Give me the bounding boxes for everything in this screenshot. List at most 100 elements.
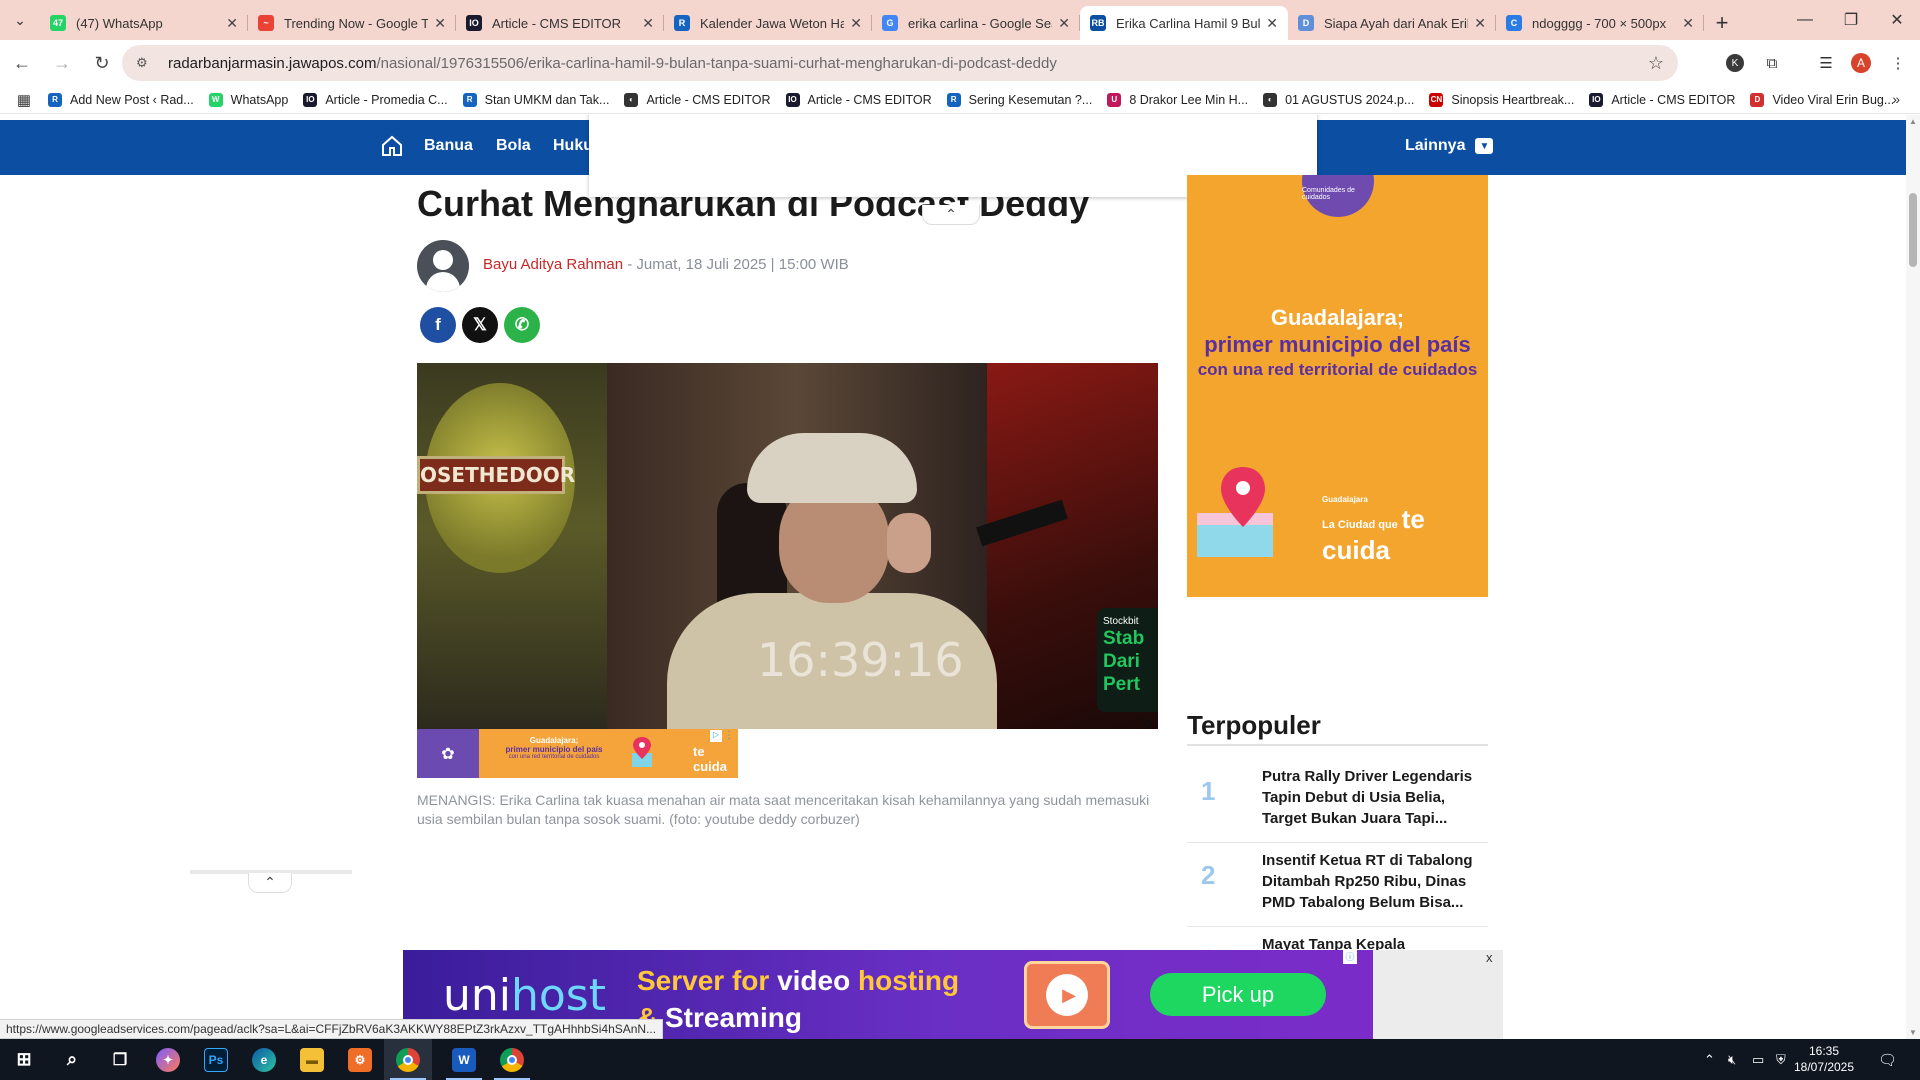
close-tab-icon[interactable]: ✕ [1266, 15, 1278, 32]
media-control-icon[interactable]: ☰ [1814, 51, 1838, 75]
bookmark-label: Add New Post ‹ Rad... [70, 92, 194, 107]
collapse-ad-chevron-icon[interactable]: ⌃ [922, 205, 980, 225]
copilot-icon[interactable]: ✦ [144, 1039, 192, 1080]
page-scrollbar[interactable]: ▲ ▼ [1906, 115, 1920, 1039]
close-inline-ad-button[interactable]: X [1143, 715, 1152, 731]
app-orange-icon[interactable]: ⚙ [336, 1039, 384, 1080]
system-clock[interactable]: 16:35 18/07/2025 [1786, 1043, 1862, 1075]
nav-more-label: Lainnya [1405, 137, 1466, 154]
close-tab-icon[interactable]: ✕ [434, 15, 446, 32]
bookmark-item[interactable]: R Add New Post ‹ Rad... [48, 92, 194, 107]
bookmark-label: Video Viral Erin Bug... [1772, 92, 1895, 107]
menu-kebab-icon[interactable]: ⋮ [1886, 51, 1910, 75]
play-button-icon[interactable]: ▶ [1024, 961, 1110, 1029]
nav-more-menu[interactable]: Lainnya ▼ [1405, 137, 1494, 155]
windows-start-icon[interactable]: ⊞ [0, 1039, 48, 1080]
security-shield-icon[interactable]: ⛨ [1776, 1039, 1786, 1080]
article-hero-image: OSETHEDOOR 16:39:16 Stockbit Stab Dari P… [417, 363, 1158, 729]
site-info-icon[interactable]: ⚙ [136, 55, 156, 71]
caret-down-icon: ▼ [1475, 138, 1494, 154]
apps-grid-icon[interactable]: ▦ [0, 91, 48, 109]
inline-banner-ad[interactable]: ✿ Guadalajara; primer municipio del país… [417, 729, 738, 778]
task-view-icon[interactable]: ❒ [96, 1039, 144, 1080]
popular-rank: 1 [1201, 776, 1216, 806]
nav-link-hukum[interactable]: Huku [553, 137, 593, 155]
close-tab-icon[interactable]: ✕ [226, 15, 238, 32]
bookmark-item[interactable]: CN Sinopsis Heartbreak... [1429, 92, 1574, 107]
file-explorer-icon[interactable]: ▬ [288, 1039, 336, 1080]
bookmark-item[interactable]: IO Article - CMS EDITOR [1589, 92, 1735, 107]
new-tab-button[interactable]: + [1704, 6, 1740, 40]
scrollbar-thumb[interactable] [1909, 193, 1917, 267]
bookmark-label: 8 Drakor Lee Min H... [1129, 92, 1249, 107]
bookmark-item[interactable]: R Sering Kesemutan ?... [946, 92, 1092, 107]
back-icon[interactable]: ← [4, 45, 40, 81]
tab-title: Trending Now - Google Tr [284, 15, 429, 31]
home-icon[interactable] [380, 134, 404, 158]
taskbar-search-icon[interactable]: ⌕ [48, 1039, 96, 1080]
chrome-profile-2-icon[interactable] [488, 1039, 536, 1080]
minimize-icon[interactable]: — [1782, 0, 1828, 40]
extensions-puzzle-icon[interactable]: ⧉ [1760, 51, 1784, 75]
adchoices-icon[interactable]: ▷ [710, 730, 722, 742]
forward-icon[interactable]: → [44, 45, 80, 81]
bookmark-item[interactable]: IO Article - CMS EDITOR [785, 92, 932, 107]
popular-title[interactable]: Putra Rally Driver Legendaris Tapin Debu… [1262, 766, 1488, 829]
address-bar[interactable]: ⚙ radarbanjarmasin.jawapos.com/nasional/… [122, 45, 1678, 81]
photoshop-icon[interactable]: Ps [192, 1039, 240, 1080]
popular-title[interactable]: Insentif Ketua RT di Tabalong Ditambah R… [1262, 850, 1488, 913]
hero-sign-text: OSETHEDOOR [417, 456, 575, 494]
bookmark-item[interactable]: IO Article - Promedia C... [303, 92, 448, 107]
chrome-profile-1-icon[interactable] [384, 1039, 432, 1080]
bookmark-item[interactable]: U 8 Drakor Lee Min H... [1107, 92, 1249, 107]
adchoices-icon[interactable]: ⓘ [1343, 950, 1357, 964]
bookmark-item[interactable]: W WhatsApp [208, 92, 288, 107]
browser-tab[interactable]: D Siapa Ayah dari Anak Erik ✕ [1288, 6, 1496, 40]
close-tab-icon[interactable]: ✕ [642, 15, 654, 32]
ad-options-icon[interactable]: ⋮ [724, 730, 734, 741]
bookmark-item[interactable]: ◐ 01 AGUSTUS 2024.p... [1263, 92, 1414, 107]
sidebar-ad[interactable]: Comunidades de cuidados Guadalajara; pri… [1187, 175, 1488, 597]
reload-icon[interactable]: ↻ [84, 45, 120, 81]
author-name[interactable]: Bayu Aditya Rahman [483, 256, 623, 273]
close-tab-icon[interactable]: ✕ [1058, 15, 1070, 32]
browser-tab[interactable]: RB Erika Carlina Hamil 9 Bula ✕ [1080, 6, 1288, 40]
pick-up-button[interactable]: Pick up [1150, 973, 1326, 1016]
notifications-icon[interactable]: 🗨︎ [1878, 1039, 1897, 1080]
share-x-icon[interactable]: 𝕏 [462, 307, 498, 343]
browser-tab[interactable]: IO Article - CMS EDITOR ✕ [456, 6, 664, 40]
browser-tab[interactable]: 47 (47) WhatsApp ✕ [40, 6, 248, 40]
scroll-up-icon[interactable]: ▲ [1909, 117, 1917, 126]
network-icon[interactable]: ▭ [1752, 1039, 1764, 1080]
browser-tab[interactable]: R Kalender Jawa Weton Har ✕ [664, 6, 872, 40]
close-bottom-ad-button[interactable]: x [1486, 950, 1493, 965]
close-window-icon[interactable]: ✕ [1874, 0, 1920, 40]
restore-icon[interactable]: ❐ [1828, 0, 1874, 40]
edge-icon[interactable]: e [240, 1039, 288, 1080]
tab-search-chevron-icon[interactable]: ⌄ [0, 0, 40, 40]
browser-tab[interactable]: ~ Trending Now - Google Tr ✕ [248, 6, 456, 40]
share-whatsapp-icon[interactable]: ✆ [504, 307, 540, 343]
bookmark-item[interactable]: R Stan UMKM dan Tak... [462, 92, 609, 107]
tray-overflow-icon[interactable]: ⌃ [1704, 1039, 1715, 1080]
profile-avatar[interactable]: A [1851, 53, 1871, 73]
scroll-down-icon[interactable]: ▼ [1909, 1028, 1917, 1037]
volume-muted-icon[interactable]: 🔇︎ [1728, 1039, 1736, 1080]
share-facebook-icon[interactable]: f [420, 307, 456, 343]
nav-link-bola[interactable]: Bola [496, 137, 531, 155]
bookmark-item[interactable]: D Video Viral Erin Bug... [1750, 92, 1895, 107]
word-icon[interactable]: W [440, 1039, 488, 1080]
more-bookmarks-icon[interactable]: » [1892, 91, 1900, 107]
browser-tab[interactable]: Gerika carlina - Google Sea ✕ [872, 6, 1080, 40]
bookmark-star-icon[interactable]: ☆ [1648, 53, 1664, 74]
bookmark-item[interactable]: ◐ Article - CMS EDITOR [624, 92, 771, 107]
collapse-left-ad-chevron-icon[interactable]: ⌃ [248, 873, 292, 893]
extension-k-icon[interactable]: K [1726, 54, 1744, 72]
stockbit-brand: Stockbit [1103, 616, 1139, 627]
close-tab-icon[interactable]: ✕ [1474, 15, 1486, 32]
browser-tab[interactable]: Cndogggg - 700 × 500px ✕ [1496, 6, 1704, 40]
close-tab-icon[interactable]: ✕ [850, 15, 862, 32]
stockbit-badge: Stockbit Stab Dari Pert [1097, 608, 1158, 712]
nav-link-banua[interactable]: Banua [424, 137, 473, 155]
close-tab-icon[interactable]: ✕ [1682, 15, 1694, 32]
